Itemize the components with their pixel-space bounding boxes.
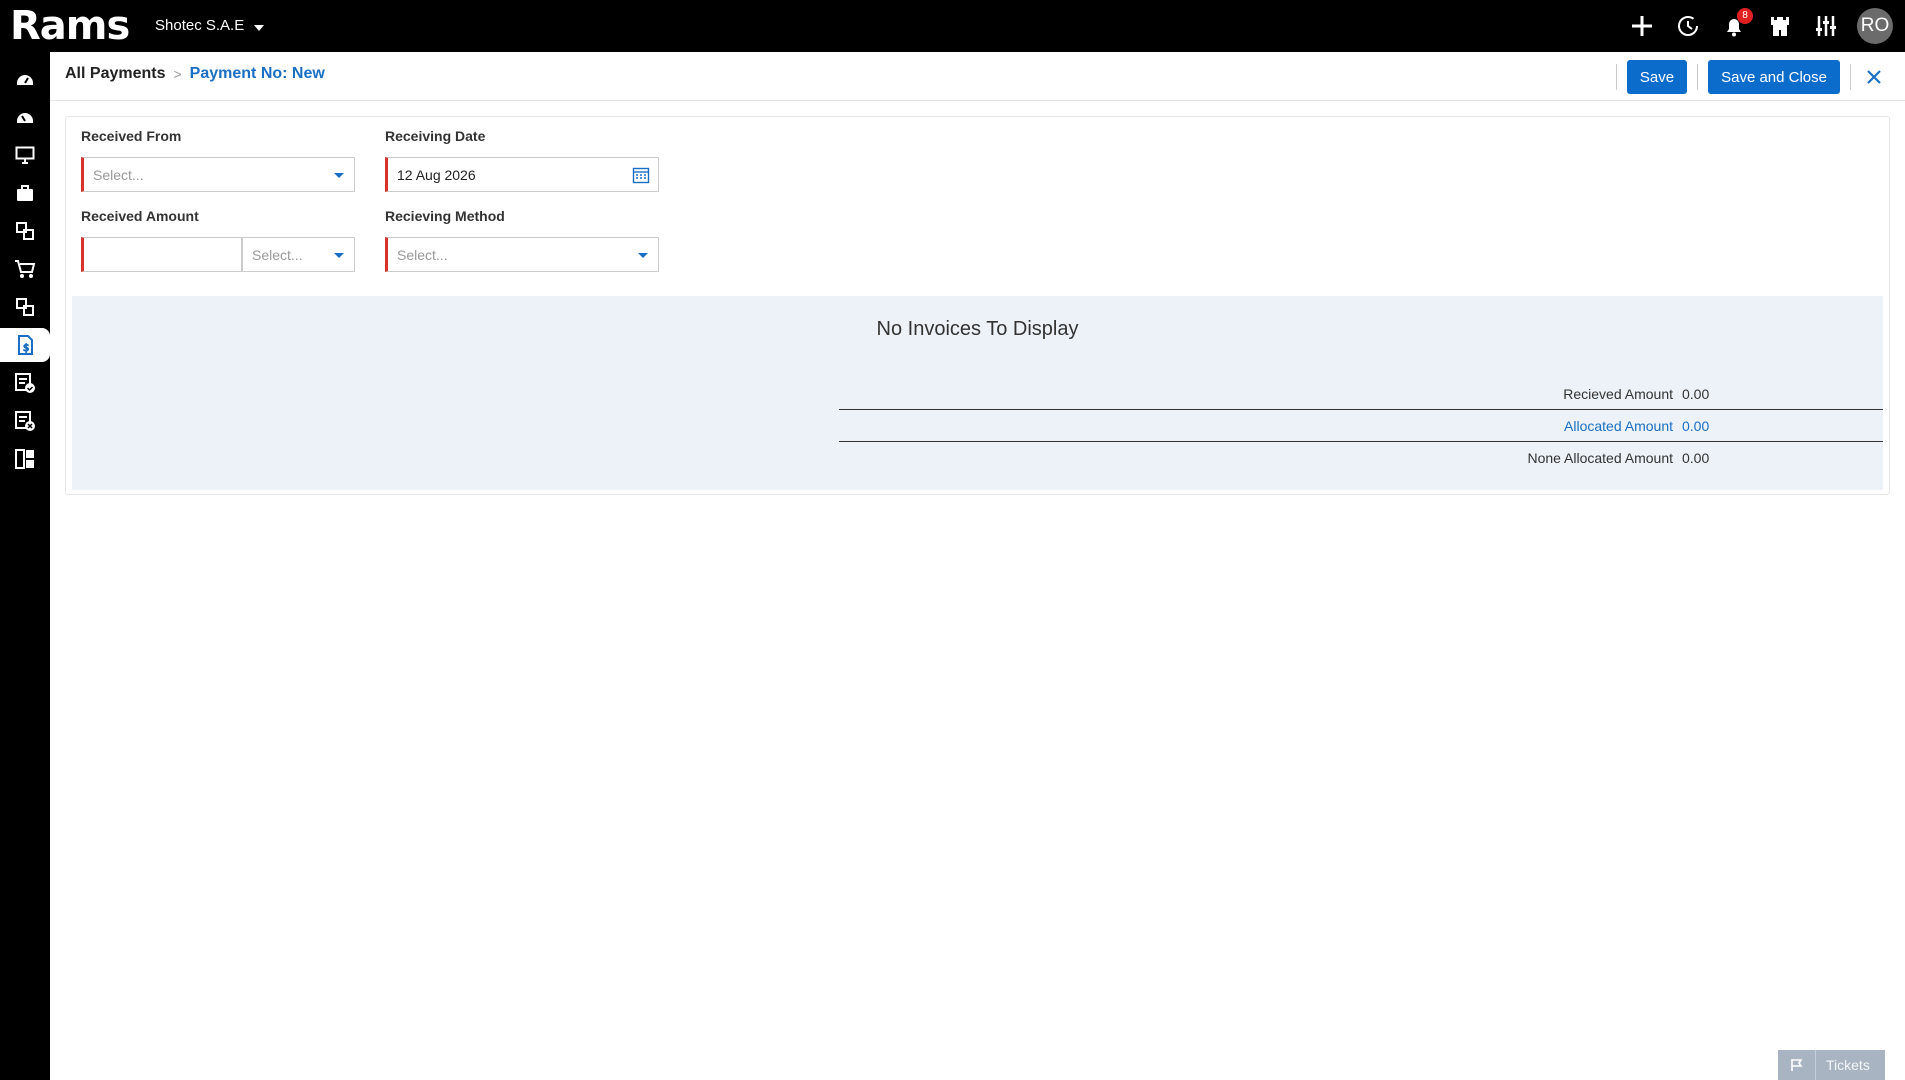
receiving-date-label: Receiving Date [385, 128, 486, 144]
plus-icon[interactable] [1627, 11, 1657, 41]
company-name: Shotec S.A.E [155, 17, 245, 34]
breadcrumb-separator: > [173, 66, 182, 82]
total-label: Recieved Amount [1563, 385, 1673, 402]
cart-icon [15, 260, 36, 278]
notification-badge: 8 [1737, 8, 1753, 24]
page-header: All Payments > Payment No: New Save Save… [50, 52, 1905, 101]
total-label[interactable]: Allocated Amount [839, 418, 1682, 434]
sidebar-item-reports[interactable] [0, 442, 50, 476]
total-label: None Allocated Amount [1527, 449, 1673, 466]
sidebar: $ [0, 52, 50, 1080]
received-amount-label: Received Amount [81, 208, 199, 224]
breadcrumb: All Payments > Payment No: New [65, 65, 325, 83]
invoices-panel: No Invoices To Display Recieved Amount 0… [72, 296, 1883, 490]
totals-summary: Recieved Amount 0.00 Allocated Amount 0.… [839, 378, 1883, 473]
sidebar-item-dashboard[interactable] [0, 62, 50, 96]
chevron-down-icon [334, 173, 344, 178]
briefcase-icon [17, 185, 33, 201]
save-and-close-button[interactable]: Save and Close [1708, 60, 1840, 94]
company-switcher[interactable]: Shotec S.A.E [155, 17, 265, 34]
modules-alt-icon [16, 298, 34, 316]
received-amount-row: Recieved Amount 0.00 [839, 378, 1883, 409]
sidebar-item-modules-alt[interactable] [0, 290, 50, 324]
modules-icon [16, 222, 34, 240]
total-value: 0.00 [1682, 417, 1710, 434]
checked-list-icon [15, 373, 35, 393]
no-invoices-message: No Invoices To Display [876, 318, 1079, 340]
top-bar: Rams Shotec S.A.E 8 RO [0, 0, 1905, 52]
total-value: 0.00 [1682, 385, 1710, 402]
header-actions: Save Save and Close [1615, 60, 1887, 94]
bell-icon[interactable]: 8 [1719, 8, 1753, 41]
avatar-initials: RO [1860, 15, 1890, 36]
receiving-method-label: Recieving Method [385, 208, 505, 224]
sidebar-item-monitor[interactable] [0, 138, 50, 172]
currency-select[interactable]: Select... [242, 237, 355, 272]
flag-icon [1778, 1050, 1816, 1080]
receiving-method-select[interactable]: Select... [385, 237, 659, 272]
chevron-down-icon [254, 24, 265, 31]
payment-document-icon: $ [18, 335, 33, 355]
close-icon[interactable] [1861, 64, 1887, 90]
sidebar-item-cart[interactable] [0, 252, 50, 286]
top-actions: 8 RO [1627, 6, 1893, 46]
sidebar-item-rejections[interactable] [0, 404, 50, 438]
received-from-placeholder: Select... [93, 166, 144, 183]
reports-icon [15, 449, 34, 469]
divider [1850, 64, 1851, 90]
rams-logo[interactable]: Rams [10, 3, 130, 49]
received-from-label: Received From [81, 128, 182, 144]
breadcrumb-all-payments[interactable]: All Payments [65, 65, 165, 83]
sidebar-item-dashboard-alt[interactable] [0, 100, 50, 134]
allocated-amount-row[interactable]: Allocated Amount 0.00 [839, 410, 1883, 441]
total-value: 0.00 [1682, 449, 1710, 466]
cancel-list-icon [15, 411, 35, 431]
dashboard-alt-icon [17, 113, 33, 123]
received-amount-input[interactable] [81, 237, 242, 272]
dashboard-icon [17, 75, 33, 85]
divider [1615, 64, 1617, 90]
sidebar-item-payments[interactable]: $ [0, 328, 50, 362]
received-from-select[interactable]: Select... [81, 157, 355, 192]
tickets-label: Tickets [1826, 1057, 1870, 1073]
save-button[interactable]: Save [1626, 60, 1688, 94]
payment-form-card: Received From Select... Receiving Date 1… [65, 116, 1890, 495]
breadcrumb-current: Payment No: New [189, 65, 325, 82]
monitor-icon [15, 146, 35, 164]
divider [1697, 64, 1699, 90]
svg-text:$: $ [23, 343, 29, 354]
none-allocated-amount-row: None Allocated Amount 0.00 [839, 442, 1883, 473]
avatar[interactable]: RO [1857, 8, 1893, 44]
logo-text: Rams [10, 3, 130, 49]
chevron-down-icon [638, 253, 648, 258]
chevron-down-icon [334, 253, 344, 258]
sliders-icon[interactable] [1811, 11, 1841, 41]
receiving-method-placeholder: Select... [397, 246, 448, 263]
receiving-date-value: 12 Aug 2026 [397, 166, 476, 183]
calendar-icon[interactable] [632, 166, 650, 187]
history-icon[interactable] [1673, 11, 1703, 41]
tickets-tab[interactable]: Tickets [1778, 1050, 1885, 1080]
receiving-date-field[interactable]: 12 Aug 2026 [385, 157, 659, 192]
currency-placeholder: Select... [252, 246, 303, 263]
sidebar-item-approvals[interactable] [0, 366, 50, 400]
sidebar-item-briefcase[interactable] [0, 176, 50, 210]
castle-icon[interactable] [1765, 11, 1795, 41]
sidebar-item-modules[interactable] [0, 214, 50, 248]
